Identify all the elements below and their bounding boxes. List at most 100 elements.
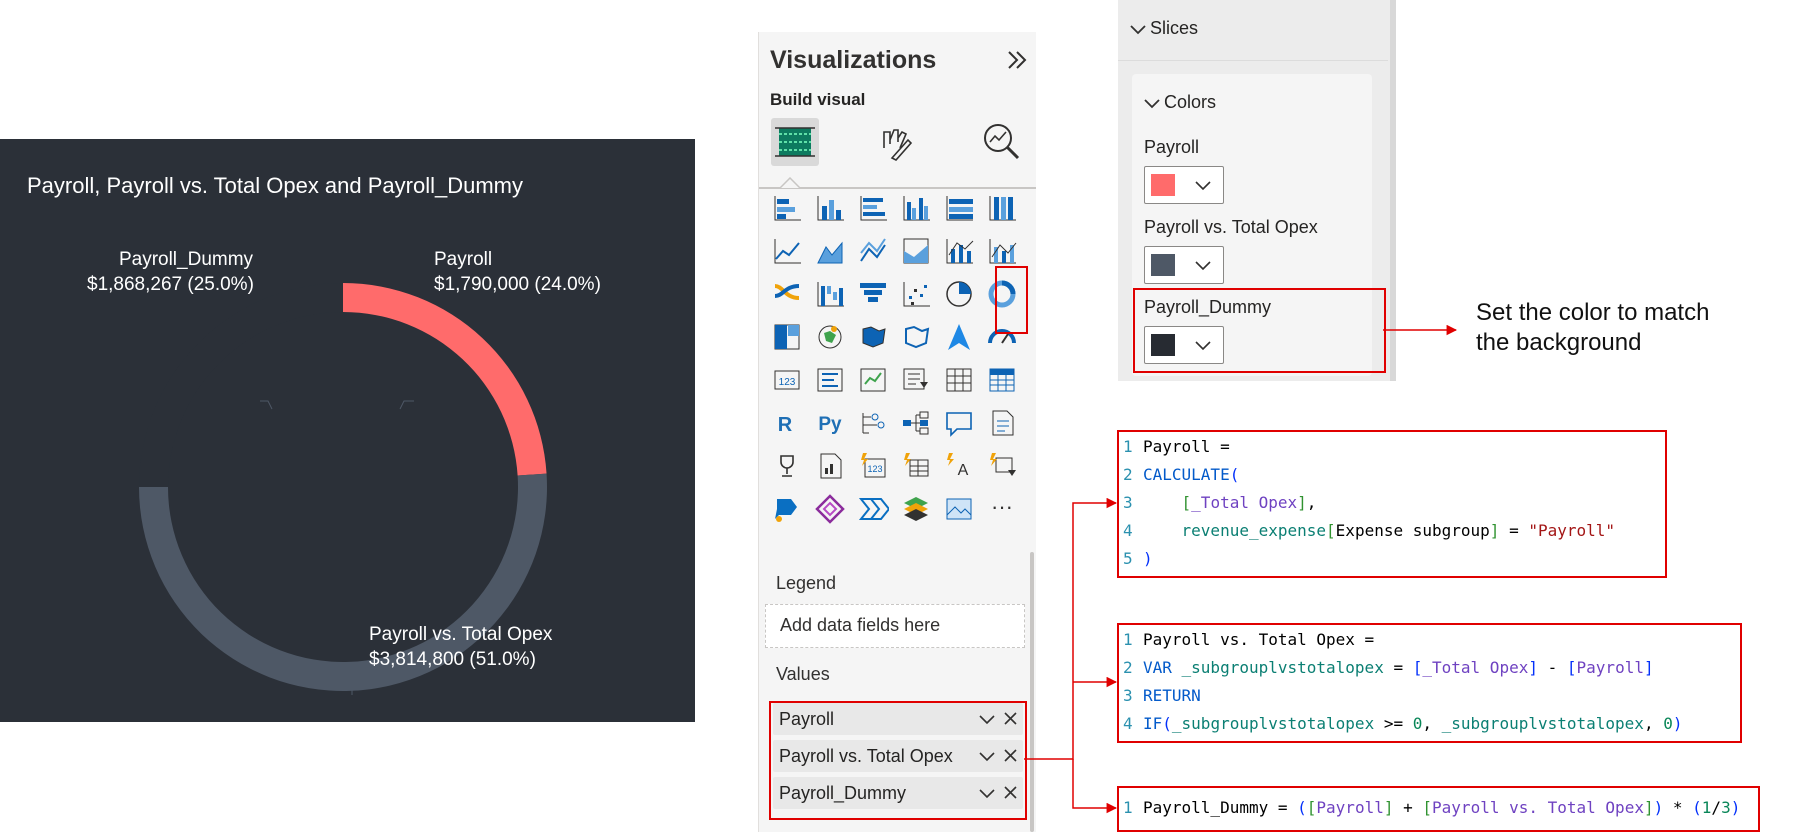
kpi-icon[interactable] xyxy=(857,364,889,396)
arrow-to-code-3 xyxy=(1072,759,1118,814)
line-stacked-column-icon[interactable] xyxy=(986,235,1018,267)
analytics-magnifier-icon xyxy=(984,124,1020,160)
python-visual-icon[interactable]: Py xyxy=(814,407,846,439)
donut-chart-visual[interactable]: Payroll, Payroll vs. Total Opex and Payr… xyxy=(0,139,695,722)
100-stacked-area-icon[interactable] xyxy=(900,235,932,267)
leader-line-payroll-dummy xyxy=(260,400,273,410)
data-label-payroll-name: Payroll xyxy=(434,249,493,270)
power-apps-icon[interactable] xyxy=(814,493,846,525)
divider xyxy=(1118,60,1388,61)
code-token: , xyxy=(1422,714,1442,733)
clustered-column-chart-icon[interactable] xyxy=(900,192,932,224)
code-token: ) xyxy=(1730,798,1741,817)
scatter-chart-icon[interactable] xyxy=(900,278,932,310)
100-stacked-bar-icon[interactable] xyxy=(943,192,975,224)
tab-format-visual[interactable] xyxy=(872,118,920,166)
multi-row-card-icon[interactable] xyxy=(814,364,846,396)
colors-label: Colors xyxy=(1164,92,1217,112)
stacked-area-chart-icon[interactable] xyxy=(857,235,889,267)
stacked-column-chart-icon[interactable] xyxy=(814,192,846,224)
area-chart-icon[interactable] xyxy=(814,235,846,267)
key-influencers-icon[interactable] xyxy=(857,407,889,439)
code-token: * xyxy=(1663,798,1693,817)
funnel-chart-icon[interactable] xyxy=(857,278,889,310)
treemap-icon[interactable] xyxy=(771,321,803,353)
matrix-icon[interactable] xyxy=(986,364,1018,396)
code-token: Payroll xyxy=(1576,658,1644,677)
waterfall-chart-icon[interactable] xyxy=(814,278,846,310)
code-token: 3 xyxy=(1721,798,1731,817)
dax-code-payroll: 1 Payroll = 2 CALCULATE(3 [_Total Opex], 4 r… xyxy=(1117,430,1667,578)
code-token: - xyxy=(1537,658,1567,677)
line-number: 5 xyxy=(1123,549,1133,568)
slices-section-header[interactable]: Slices xyxy=(1130,18,1198,39)
annotation-line: the background xyxy=(1476,329,1642,356)
code-token: + xyxy=(1393,798,1423,817)
chevron-down-icon xyxy=(1195,181,1211,191)
code-token: _Total Opex xyxy=(1422,658,1529,677)
color-picker-payroll[interactable] xyxy=(1144,166,1224,204)
metrics-icon[interactable] xyxy=(771,450,803,482)
code-line: 1 Payroll = xyxy=(1119,437,1230,456)
clustered-bar-chart-icon[interactable] xyxy=(857,192,889,224)
arcgis-map-icon[interactable] xyxy=(900,493,932,525)
colors-section-header[interactable]: Colors xyxy=(1144,92,1216,113)
highlight-payroll-dummy-color xyxy=(1133,288,1386,373)
table-icon[interactable] xyxy=(943,364,975,396)
filled-map-icon[interactable] xyxy=(857,321,889,353)
color-swatch xyxy=(1151,254,1175,276)
paginated-report-icon[interactable] xyxy=(814,450,846,482)
tab-analytics[interactable] xyxy=(978,118,1026,166)
power-apps-text-icon[interactable]: A xyxy=(943,450,975,482)
legend-drop-zone[interactable]: Add data fields here xyxy=(765,604,1025,648)
code-token: ( xyxy=(1229,465,1240,484)
dax-code-payroll-vs-opex: 1 Payroll vs. Total Opex = 2 VAR _subgroupl… xyxy=(1117,623,1742,743)
azure-map-icon[interactable] xyxy=(943,321,975,353)
r-visual-icon[interactable]: R xyxy=(771,407,803,439)
qa-visual-icon[interactable] xyxy=(943,407,975,439)
color-picker-payroll-vs-opex[interactable] xyxy=(1144,246,1224,284)
annotation-text: Set the color to match the background xyxy=(1476,298,1709,358)
power-apps-card-icon[interactable]: 123 xyxy=(857,450,889,482)
code-token: = xyxy=(1383,658,1413,677)
image-visual-icon[interactable] xyxy=(943,493,975,525)
code-token: 0 xyxy=(1412,714,1423,733)
smart-narrative-icon[interactable] xyxy=(986,407,1018,439)
dax-code-payroll-dummy: 1 Payroll_Dummy = ([Payroll] + [Payroll v… xyxy=(1117,786,1760,832)
pane-scrollbar[interactable] xyxy=(1030,552,1034,832)
power-apps-table-icon[interactable] xyxy=(900,450,932,482)
pane-scrollbar[interactable] xyxy=(1390,0,1396,381)
code-line: 5) xyxy=(1119,549,1153,568)
card-icon[interactable]: 123 xyxy=(771,364,803,396)
format-brush-icon xyxy=(883,129,913,161)
tab-build-visual[interactable] xyxy=(771,118,819,166)
pie-chart-icon[interactable] xyxy=(943,278,975,310)
code-token: IF xyxy=(1143,714,1163,733)
donut-slice-payroll[interactable] xyxy=(343,283,547,476)
power-automate-icon[interactable] xyxy=(771,493,803,525)
leader-line-payroll xyxy=(399,400,414,410)
slicer-icon[interactable] xyxy=(900,364,932,396)
stacked-bar-chart-icon[interactable] xyxy=(771,192,803,224)
power-apps-slicer-icon[interactable] xyxy=(986,450,1018,482)
more-visuals-icon[interactable]: ··· xyxy=(986,493,1018,525)
power-automate-flow-icon[interactable] xyxy=(857,493,889,525)
code-line: 3 [_Total Opex], xyxy=(1119,493,1316,512)
code-token: 1 xyxy=(1701,798,1712,817)
collapse-pane-icon[interactable] xyxy=(1003,46,1031,74)
map-icon[interactable] xyxy=(814,321,846,353)
svg-text:123: 123 xyxy=(779,377,796,388)
line-number: 1 xyxy=(1123,437,1133,456)
line-clustered-column-icon[interactable] xyxy=(943,235,975,267)
donut-slice-payroll-dummy[interactable] xyxy=(139,283,343,488)
color-swatch xyxy=(1151,174,1175,196)
code-token: revenue_expense xyxy=(1181,521,1327,540)
100-stacked-column-icon[interactable] xyxy=(986,192,1018,224)
ribbon-chart-icon[interactable] xyxy=(771,278,803,310)
line-chart-icon[interactable] xyxy=(771,235,803,267)
code-token: ] xyxy=(1528,658,1538,677)
decomposition-tree-icon[interactable] xyxy=(900,407,932,439)
line-number: 2 xyxy=(1123,658,1133,677)
shape-map-icon[interactable] xyxy=(900,321,932,353)
color-label-payroll-vs-opex: Payroll vs. Total Opex xyxy=(1144,217,1318,237)
